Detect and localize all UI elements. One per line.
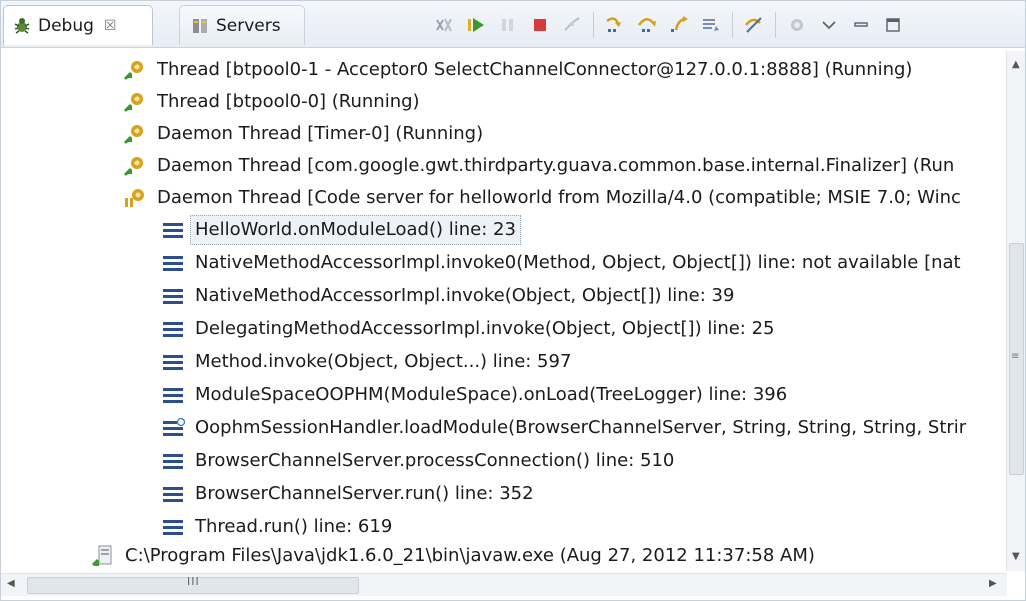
toolbar-separator [732,12,733,38]
step-return-icon [671,16,688,32]
thread-label: Daemon Thread [com.google.gwt.thirdparty… [157,155,955,176]
stack-frame-label: NativeMethodAccessorImpl.invoke(Object, … [195,285,735,306]
stack-frame-label: NativeMethodAccessorImpl.invoke0(Method,… [195,252,961,273]
stack-frame-icon [163,322,183,337]
step-into-icon [606,17,621,32]
stack-frame-row[interactable]: BrowserChannelServer.processConnection()… [161,446,674,476]
remove-terminated-icon [436,18,452,32]
scroll-grip-icon: III [187,575,200,588]
tab-debug-label: Debug [38,15,94,36]
vertical-scrollbar[interactable]: ▲ ≡ ▼ [1006,51,1025,571]
stack-frame-label: BrowserChannelServer.processConnection()… [195,450,675,471]
stack-frame-icon [163,487,183,502]
stack-frame-row[interactable]: DelegatingMethodAccessorImpl.invoke(Obje… [161,314,775,344]
toolbar-separator [593,12,594,38]
thread-label: Daemon Thread [Timer-0] (Running) [157,123,484,144]
stack-frame-icon [163,289,183,304]
tab-servers[interactable]: Servers [179,5,305,45]
running-thread-icon [123,61,143,81]
chevron-down-icon [822,21,836,30]
stack-frame-label: ModuleSpaceOOPHM(ModuleSpace).onLoad(Tre… [195,384,788,405]
remove-all-terminated-button[interactable] [431,12,457,38]
stack-frame-row[interactable]: HelloWorld.onModuleLoad() line: 23 [161,215,521,245]
step-return-button[interactable] [666,12,692,38]
stack-frame-icon [163,223,183,238]
instruction-stepping-button[interactable] [784,12,810,38]
stack-frame-label: Method.invoke(Object, Object...) line: 5… [195,351,572,372]
running-thread-icon [123,157,143,177]
drop-to-frame-icon [703,19,719,31]
stack-frame-icon [163,520,183,535]
scroll-left-icon[interactable]: ◀ [7,578,15,589]
tab-servers-label: Servers [216,15,281,36]
servers-icon [190,16,210,36]
stack-frame-icon [163,256,183,271]
view-menu-button[interactable] [816,12,842,38]
view-tab-bar: Debug ☒ Servers [1,1,1025,48]
scroll-down-icon[interactable]: ▼ [1012,551,1020,562]
debug-tree: Thread [btpool0-1 - Acceptor0 SelectChan… [1,51,1007,569]
stack-frame-row[interactable]: NativeMethodAccessorImpl.invoke0(Method,… [161,248,961,278]
debug-view: Debug ☒ Servers Thread [btpool0-1 - Acce… [0,0,1026,601]
disconnect-icon [564,17,580,31]
tab-debug[interactable]: Debug ☒ [3,5,153,45]
scroll-up-icon[interactable]: ▲ [1012,59,1020,70]
thread-row[interactable]: Daemon Thread [Timer-0] (Running) [123,119,483,149]
stack-frame-icon [163,355,183,370]
stack-frame-label: Thread.run() line: 619 [195,516,393,537]
thread-label: Thread [btpool0-1 - Acceptor0 SelectChan… [157,59,913,80]
resume-icon [468,18,484,32]
thread-label: Daemon Thread [Code server for helloworl… [157,187,961,208]
maximize-icon [886,18,900,32]
stack-frame-row[interactable]: BrowserChannelServer.run() line: 352 [161,479,534,509]
step-over-button[interactable] [634,12,660,38]
horizontal-scrollbar[interactable]: ◀ III ▶ [1,573,1007,596]
stack-frame-icon [163,388,183,403]
instruction-stepping-icon [791,19,803,31]
debug-toolbar [431,9,912,41]
minimize-icon [854,22,868,27]
running-thread-icon [123,93,143,113]
stack-frame-icon [163,454,183,469]
stack-frame-row[interactable]: OophmSessionHandler.loadModule(BrowserCh… [161,413,966,443]
thread-row[interactable]: Daemon Thread [com.google.gwt.thirdparty… [123,151,954,181]
suspended-thread-icon [125,189,144,207]
step-filters-icon [745,17,762,33]
scroll-grip-icon: ≡ [1011,351,1020,362]
disconnect-button[interactable] [559,12,585,38]
stack-frame-label: DelegatingMethodAccessorImpl.invoke(Obje… [195,318,775,339]
stack-frame-row[interactable]: ModuleSpaceOOPHM(ModuleSpace).onLoad(Tre… [161,380,787,410]
stack-frame-label: BrowserChannelServer.run() line: 352 [195,483,534,504]
terminate-button[interactable] [527,12,553,38]
suspend-icon [502,19,513,31]
stack-frame-label: OophmSessionHandler.loadModule(BrowserCh… [195,417,967,438]
thread-label: Thread [btpool0-0] (Running) [157,91,420,112]
thread-row[interactable]: Thread [btpool0-0] (Running) [123,87,420,117]
scroll-right-icon[interactable]: ▶ [989,578,997,589]
stack-frame-row[interactable]: NativeMethodAccessorImpl.invoke(Object, … [161,281,734,311]
process-icon [91,545,112,567]
process-label: C:\Program Files\Java\jdk1.6.0_21\bin\ja… [125,545,815,566]
suspend-button[interactable] [495,12,521,38]
stack-frame-row[interactable]: Thread.run() line: 619 [161,512,392,542]
stack-frame-breakpoint-icon [163,417,186,436]
terminate-icon [534,19,546,31]
process-row[interactable]: C:\Program Files\Java\jdk1.6.0_21\bin\ja… [91,541,815,569]
stack-frame-label: HelloWorld.onModuleLoad() line: 23 [190,215,521,245]
running-thread-icon [123,125,143,145]
close-icon[interactable]: ☒ [104,18,117,34]
maximize-button[interactable] [880,12,906,38]
thread-row[interactable]: Thread [btpool0-1 - Acceptor0 SelectChan… [123,55,912,85]
toolbar-separator [775,12,776,38]
thread-row[interactable]: Daemon Thread [Code server for helloworl… [123,183,961,213]
step-into-button[interactable] [602,12,628,38]
resume-button[interactable] [463,12,489,38]
use-step-filters-button[interactable] [741,12,767,38]
stack-frame-row[interactable]: Method.invoke(Object, Object...) line: 5… [161,347,571,377]
step-over-icon [637,18,656,32]
minimize-button[interactable] [848,12,874,38]
bug-icon [12,16,32,36]
drop-to-frame-button[interactable] [698,12,724,38]
